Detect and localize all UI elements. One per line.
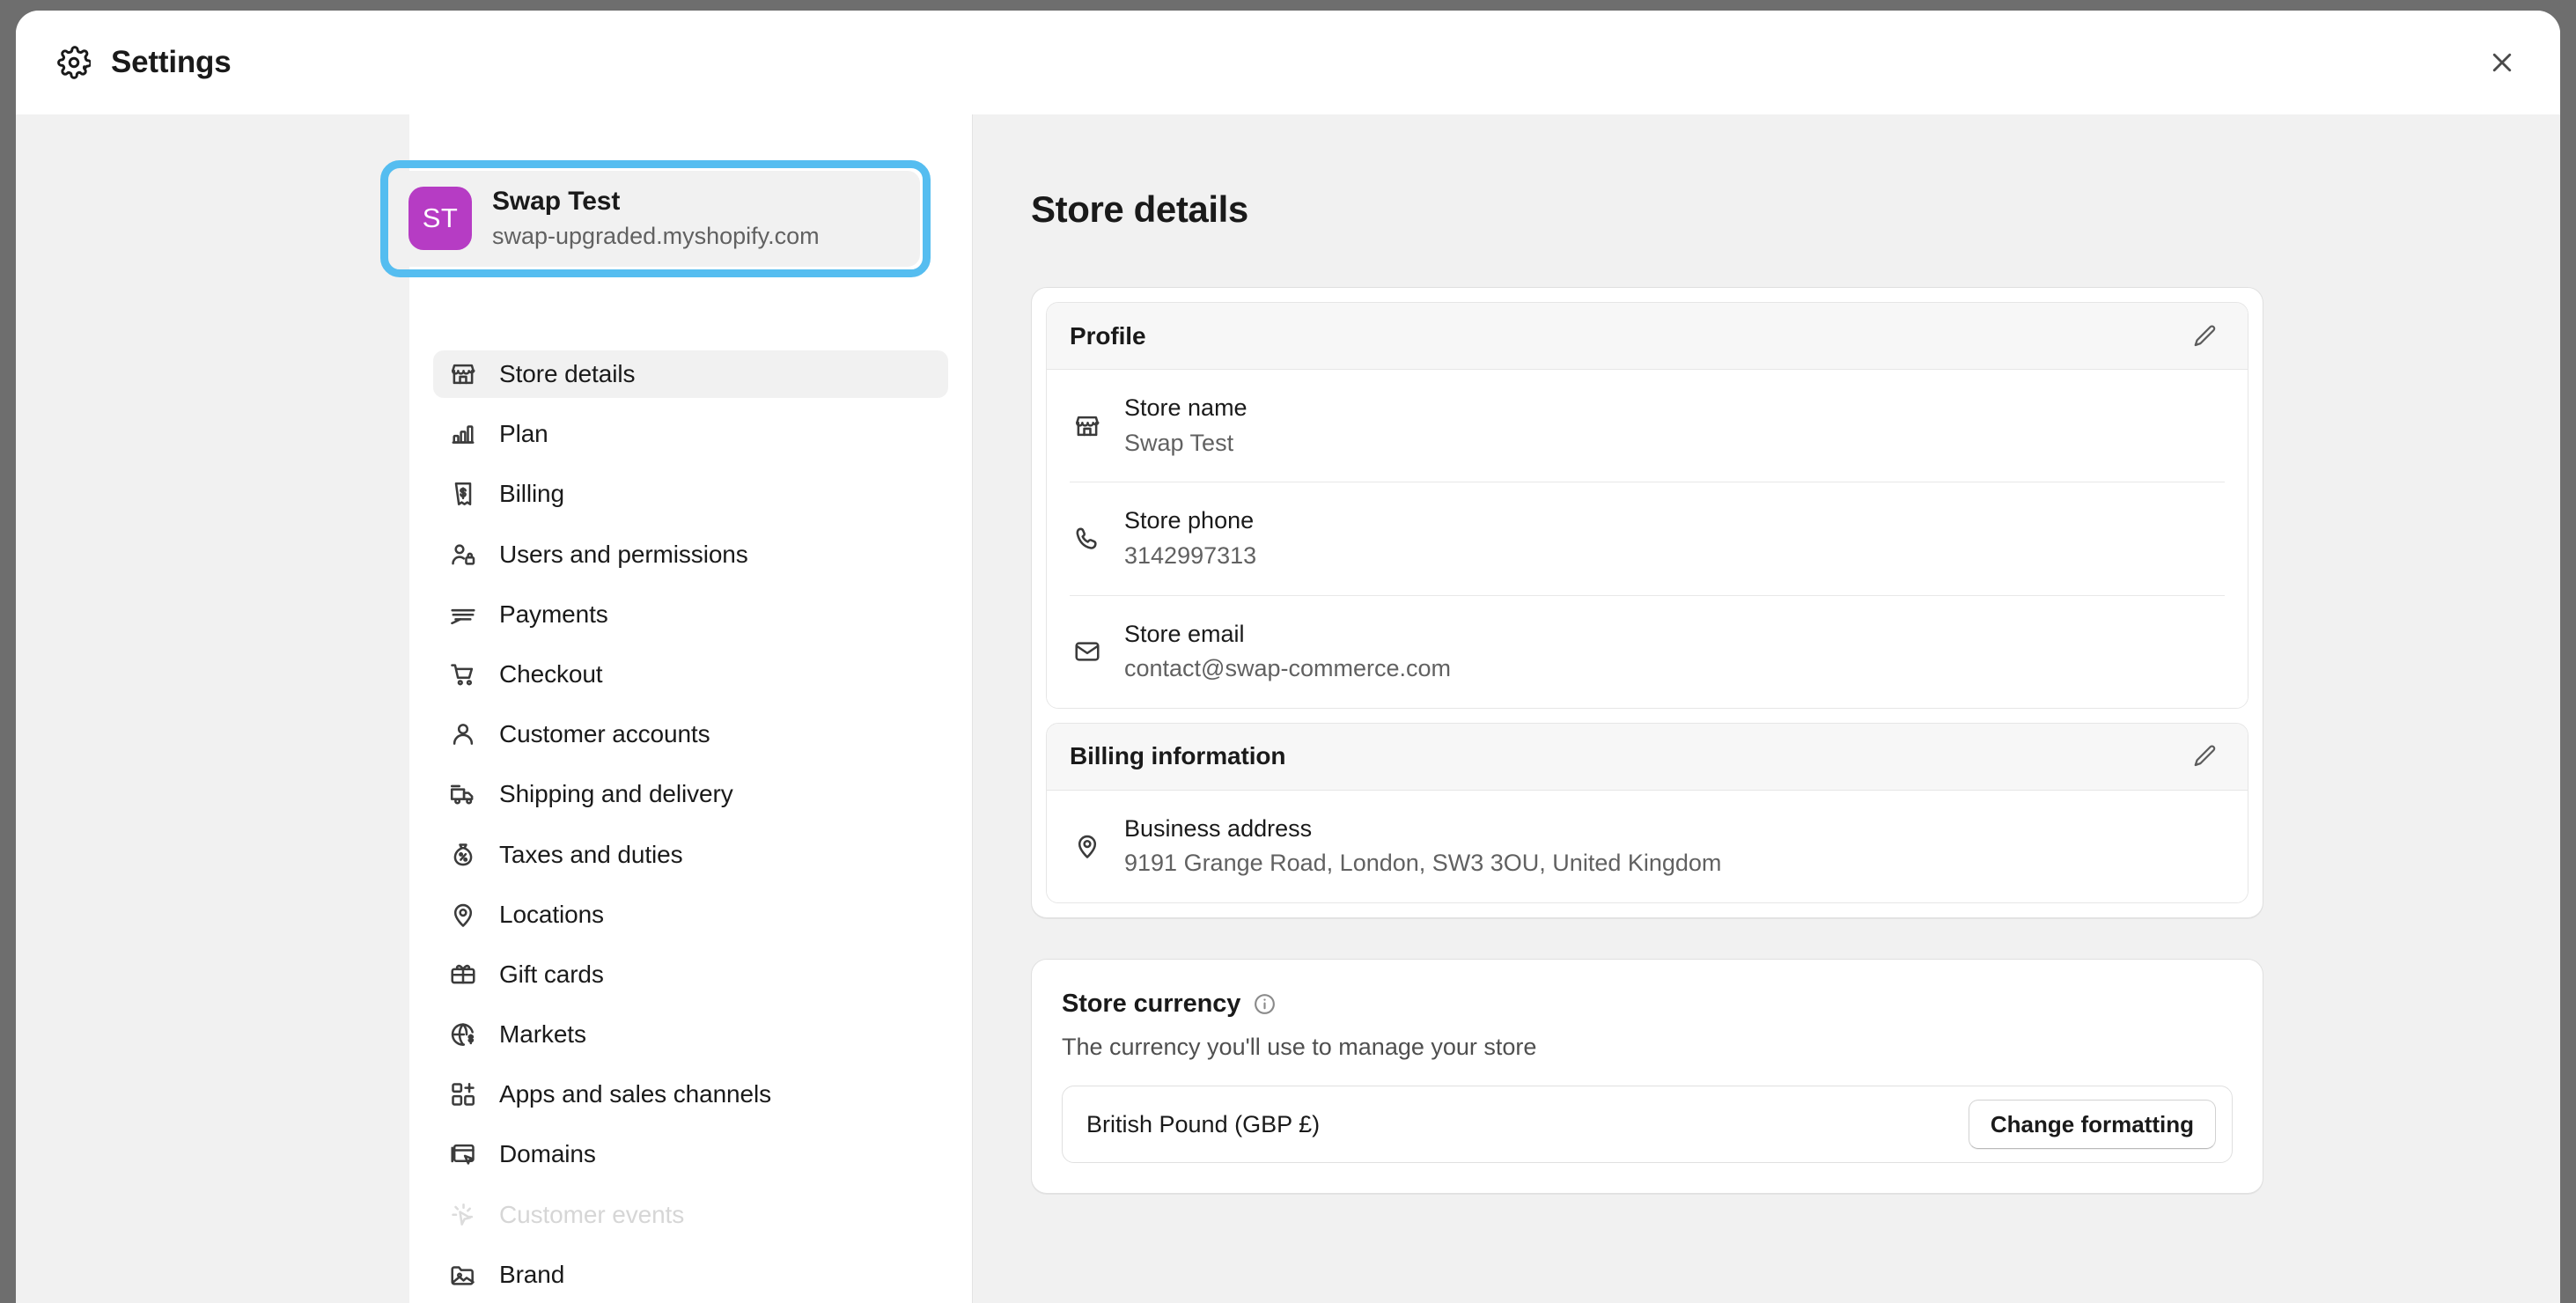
sidebar-item-customer-events: Customer events [433,1191,948,1239]
profile-row-list: Store name Swap Test Store phone 3142997313… [1047,370,2248,708]
close-icon[interactable] [2477,38,2527,87]
modal-body: ST Swap Test swap-upgraded.myshopify.com… [16,114,2560,1303]
store-name: Swap Test [492,187,621,216]
detail-row: Store phone 3142997313 [1070,482,2225,596]
sidebar-item-label: Gift cards [499,960,604,988]
sidebar-item-label: Shipping and delivery [499,780,733,808]
sidebar-item-users-and-permissions[interactable]: Users and permissions [433,531,948,578]
sidebar-item-label: Customer events [499,1200,685,1228]
sidebar-item-locations[interactable]: Locations [433,891,948,939]
sidebar-nav: Store details Plan Billing Users and permis… [433,350,948,1303]
detail-row-label: Store email [1124,620,1245,647]
email-icon [1070,634,1105,669]
apps-grid-plus-icon [446,1078,480,1111]
billing-section-header: Billing information [1047,723,2248,791]
map-pin-icon [446,898,480,931]
sidebar-item-store-details[interactable]: Store details [433,350,948,398]
users-lock-icon [446,538,480,571]
main-content: Store details Profile Store name Swap Te… [973,114,2560,1303]
sidebar-item-label: Markets [499,1020,586,1049]
detail-row: Store email contact@swap-commerce.com [1070,596,2225,708]
page-title: Settings [111,45,232,79]
detail-row-label: Store name [1124,394,1248,421]
profile-heading: Profile [1070,321,1146,350]
map-pin-icon [1070,828,1105,864]
pencil-edit-icon[interactable] [2182,313,2228,359]
sidebar-item-label: Plan [499,420,548,448]
sidebar-item-markets[interactable]: Markets [433,1011,948,1058]
delivery-truck-icon [446,777,480,811]
detail-row: Store name Swap Test [1070,370,2225,483]
modal-title-bar: Settings [16,11,2560,114]
sidebar-item-label: Store details [499,360,636,387]
money-bag-percent-icon [446,838,480,872]
settings-modal: Settings ST Swap Test swap-upgraded.mysh… [16,11,2560,1303]
sidebar-item-label: Domains [499,1140,596,1168]
chart-bar-icon [446,417,480,451]
sidebar-item-label: Checkout [499,659,603,688]
currency-heading: Store currency [1062,990,1241,1018]
receipt-dollar-icon [446,477,480,511]
detail-row-value: 9191 Grange Road, London, SW3 3OU, Unite… [1124,850,1722,877]
gear-icon [56,45,92,80]
sidebar-item-label: Customer accounts [499,720,710,748]
sidebar-item-label: Taxes and duties [499,840,683,868]
detail-row-value: 3142997313 [1124,541,1257,569]
globe-dollar-icon [446,1018,480,1051]
detail-row-value: contact@swap-commerce.com [1124,655,1452,682]
sidebar-item-payments[interactable]: Payments [433,591,948,638]
gift-card-icon [446,958,480,991]
payment-card-icon [446,598,480,631]
store-domain: swap-upgraded.myshopify.com [492,222,820,249]
billing-section: Billing information Business address 9191… [1046,722,2248,903]
sidebar-item-billing[interactable]: Billing [433,470,948,518]
billing-heading: Billing information [1070,742,1286,770]
sidebar-item-label: Brand [499,1260,565,1288]
sidebar-item-label: Billing [499,480,565,508]
sidebar-item-apps-and-sales-channels[interactable]: Apps and sales channels [433,1071,948,1118]
pencil-edit-icon[interactable] [2182,733,2228,779]
info-circle-icon[interactable] [1252,992,1277,1017]
detail-row-value: Swap Test [1124,429,1234,456]
settings-sidebar: ST Swap Test swap-upgraded.myshopify.com… [380,114,973,1303]
store-currency-card: Store currency The currency you'll use t… [1031,959,2263,1194]
currency-description: The currency you'll use to manage your s… [1062,1034,1537,1060]
sidebar-item-domains[interactable]: Domains [433,1130,948,1178]
change-formatting-button[interactable]: Change formatting [1968,1100,2216,1149]
store-switcher: ST Swap Test swap-upgraded.myshopify.com [380,160,931,277]
profile-section-header: Profile [1047,303,2248,370]
currency-value: British Pound (GBP £) [1086,1110,1321,1137]
sidebar-item-taxes-and-duties[interactable]: Taxes and duties [433,831,948,879]
avatar: ST [408,187,472,251]
main-page-title: Store details [1031,188,1248,230]
sidebar-item-checkout[interactable]: Checkout [433,651,948,698]
click-burst-icon [446,1198,480,1232]
billing-row-list: Business address 9191 Grange Road, London… [1047,790,2248,902]
detail-row-label: Store phone [1124,507,1255,534]
storefront-icon [1070,409,1105,444]
profile-section: Profile Store name Swap Test Store phone 31… [1046,302,2248,709]
sidebar-item-label: Apps and sales channels [499,1080,772,1108]
person-icon [446,718,480,751]
store-card[interactable]: ST Swap Test swap-upgraded.myshopify.com [391,171,920,267]
image-folder-icon [446,1258,480,1292]
domain-window-icon [446,1137,480,1171]
phone-icon [1070,521,1105,556]
sidebar-item-shipping-and-delivery[interactable]: Shipping and delivery [433,770,948,818]
profile-card: Profile Store name Swap Test Store phone 31… [1031,287,2263,918]
sidebar-item-label: Payments [499,600,608,628]
sidebar-item-plan[interactable]: Plan [433,410,948,458]
left-gutter [16,114,409,1303]
sidebar-item-customer-accounts[interactable]: Customer accounts [433,710,948,758]
sidebar-item-brand[interactable]: Brand [433,1251,948,1299]
shopping-cart-icon [446,658,480,691]
sidebar-item-label: Locations [499,900,604,928]
currency-value-row: British Pound (GBP £) Change formatting [1062,1086,2233,1163]
detail-row: Business address 9191 Grange Road, London… [1070,791,2225,902]
storefront-icon [446,357,480,391]
sidebar-item-gift-cards[interactable]: Gift cards [433,951,948,998]
focus-ring: ST Swap Test swap-upgraded.myshopify.com [380,160,931,277]
detail-row-label: Business address [1124,814,1313,842]
sidebar-item-label: Users and permissions [499,540,748,568]
